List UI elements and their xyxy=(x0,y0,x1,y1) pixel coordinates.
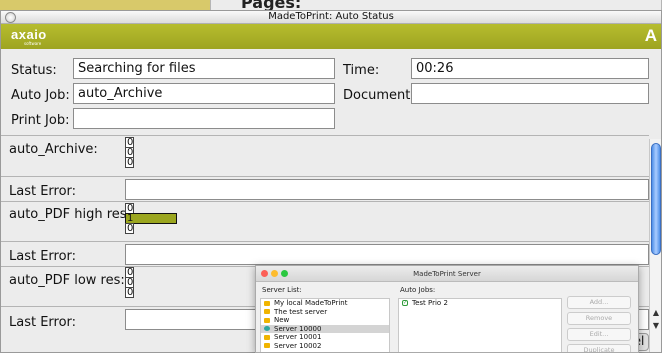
document-field[interactable] xyxy=(411,83,649,104)
job-counts: 0 0 0 xyxy=(125,267,134,298)
axaio-logo-sub: software xyxy=(24,41,42,46)
server-item[interactable]: New xyxy=(261,316,389,325)
server-name: Server 10002 xyxy=(274,341,322,350)
duplicate-button[interactable]: Duplicate xyxy=(567,344,631,352)
status-field[interactable]: Searching for files xyxy=(73,58,335,79)
server-icon xyxy=(264,343,270,348)
divider xyxy=(1,241,649,242)
job-name: auto_Archive: xyxy=(9,142,98,157)
server-icon xyxy=(264,334,270,340)
divider xyxy=(1,201,649,202)
job-counts: 0 0 0 xyxy=(125,137,134,168)
auto-job-name: Test Prio 2 xyxy=(412,299,448,307)
job-counts: 0 1 0 xyxy=(125,203,177,234)
job-name: auto_PDF low res: xyxy=(9,273,125,288)
auto-jobs-label: Auto Jobs: xyxy=(400,286,436,294)
last-error-label: Last Error: xyxy=(9,249,77,264)
divider xyxy=(1,176,649,177)
brand-bar: axaio software A xyxy=(1,24,661,49)
last-error-label: Last Error: xyxy=(9,184,77,199)
window-title: MadeToPrint: Auto Status xyxy=(268,11,394,22)
count-cell: 0 xyxy=(125,223,134,234)
remove-button[interactable]: Remove xyxy=(567,312,631,325)
count-cell: 0 xyxy=(125,157,134,168)
check-icon[interactable]: ✓ xyxy=(402,300,408,306)
minimize-icon[interactable] xyxy=(271,270,278,277)
server-name: Server 10000 xyxy=(274,324,322,333)
job-name: auto_PDF high res: xyxy=(9,207,131,222)
last-error-label: Last Error: xyxy=(9,315,77,330)
server-name: The test server xyxy=(274,307,328,316)
server-name: Server 10001 xyxy=(274,333,322,341)
status-label: Status: xyxy=(11,63,57,78)
server-window: MadeToPrint Server Server List: Auto Job… xyxy=(255,265,639,353)
count-cell: 0 xyxy=(125,287,134,298)
vertical-scrollbar[interactable]: ▲ ▼ xyxy=(649,139,661,352)
time-field[interactable]: 00:26 xyxy=(411,58,649,79)
server-window-title-bar[interactable]: MadeToPrint Server xyxy=(256,266,638,282)
print-job-field[interactable] xyxy=(73,108,335,129)
server-item[interactable]: My local MadeToPrint xyxy=(261,299,389,308)
server-item[interactable]: The test server xyxy=(261,308,389,317)
last-error-field[interactable] xyxy=(125,244,649,265)
server-icon xyxy=(264,326,270,331)
document-label: Document: xyxy=(343,88,415,103)
server-icon xyxy=(264,309,270,314)
server-item[interactable]: Server 10002 xyxy=(261,342,389,351)
axaio-logo: axaio xyxy=(11,27,47,42)
zoom-icon[interactable] xyxy=(281,270,288,277)
auto-jobs-list[interactable]: ✓ Test Prio 2 xyxy=(398,298,562,352)
server-name: New xyxy=(274,316,290,324)
auto-job-label: Auto Job: xyxy=(11,88,70,103)
a-logo-icon: A xyxy=(644,26,657,45)
edit-button[interactable]: Edit... xyxy=(567,328,631,341)
scroll-down-icon[interactable]: ▼ xyxy=(650,320,661,332)
close-icon[interactable] xyxy=(261,270,268,277)
server-item[interactable]: Server 10001 xyxy=(261,333,389,342)
server-list-label: Server List: xyxy=(262,286,302,294)
time-label: Time: xyxy=(343,63,380,78)
server-list[interactable]: My local MadeToPrint The test server New… xyxy=(260,298,390,352)
scroll-thumb[interactable] xyxy=(651,143,661,255)
last-error-field[interactable] xyxy=(125,179,649,200)
server-icon xyxy=(264,317,270,323)
divider xyxy=(1,135,649,136)
server-icon xyxy=(264,300,270,306)
print-job-label: Print Job: xyxy=(11,113,70,128)
add-button[interactable]: Add... xyxy=(567,296,631,309)
server-name: My local MadeToPrint xyxy=(274,299,348,307)
scroll-up-icon[interactable]: ▲ xyxy=(650,307,661,319)
title-bar[interactable]: MadeToPrint: Auto Status xyxy=(1,11,661,24)
close-button[interactable] xyxy=(5,12,16,23)
auto-job-field[interactable]: auto_Archive xyxy=(73,83,335,104)
server-window-title: MadeToPrint Server xyxy=(413,270,481,278)
server-item-selected[interactable]: Server 10000 xyxy=(261,324,389,333)
auto-job-item[interactable]: ✓ Test Prio 2 xyxy=(399,299,561,308)
